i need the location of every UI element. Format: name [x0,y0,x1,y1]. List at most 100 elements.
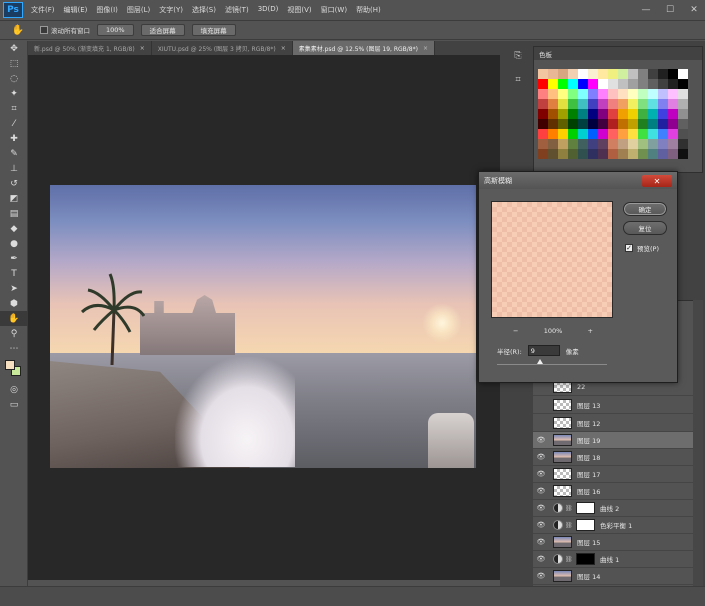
screen-mode-icon[interactable]: ▭ [0,397,28,412]
visibility-eye-icon[interactable] [533,397,549,414]
color-swatch[interactable] [548,99,558,109]
layers-scrollbar[interactable] [693,300,703,586]
color-swatch[interactable] [538,119,548,129]
color-swatch[interactable] [568,129,578,139]
tab-close-icon[interactable]: × [423,45,428,52]
color-swatch[interactable] [628,119,638,129]
color-swatch[interactable] [648,149,658,159]
menu-3d[interactable]: 3D(D) [258,5,279,15]
color-swatch[interactable] [658,89,668,99]
color-swatch[interactable] [658,69,668,79]
color-swatch[interactable] [538,139,548,149]
type-tool-icon[interactable]: T [0,266,28,281]
color-swatch[interactable] [568,79,578,89]
color-swatch[interactable] [628,79,638,89]
color-swatch[interactable] [578,139,588,149]
tab-close-icon[interactable]: × [140,45,145,52]
brush-tool-icon[interactable]: ✎ [0,146,28,161]
color-swatch[interactable] [538,109,548,119]
color-swatch[interactable] [578,99,588,109]
hand-icon[interactable]: ✋ [10,22,26,38]
layer-row[interactable]: 👁 ⛓ 曲线 2 [533,500,695,517]
color-swatch[interactable] [548,69,558,79]
color-swatch[interactable] [628,89,638,99]
color-swatch[interactable] [648,139,658,149]
properties-panel-icon[interactable]: ⌗ [510,72,526,88]
eraser-tool-icon[interactable]: ◩ [0,191,28,206]
color-swatch[interactable] [668,129,678,139]
color-swatch[interactable] [538,89,548,99]
menu-layer[interactable]: 图层(L) [127,5,150,15]
color-swatch[interactable] [668,149,678,159]
color-swatch[interactable] [678,119,688,129]
color-swatch[interactable] [618,109,628,119]
quick-mask-icon[interactable]: ◎ [0,382,28,397]
visibility-eye-icon[interactable]: 👁 [533,432,549,449]
tab-document-1[interactable]: 新.psd @ 50% (渐变填充 1, RGB/8) × [28,41,152,55]
color-swatch[interactable] [538,129,548,139]
color-swatch[interactable] [548,109,558,119]
radius-input[interactable] [527,345,560,356]
color-swatch[interactable] [538,99,548,109]
color-swatch[interactable] [608,129,618,139]
color-swatch[interactable] [628,69,638,79]
color-swatch[interactable] [618,129,628,139]
color-swatch[interactable] [588,89,598,99]
color-swatch[interactable] [548,129,558,139]
close-button[interactable]: ✕ [687,3,701,16]
zoom-in-icon[interactable]: + [588,327,593,335]
pen-tool-icon[interactable]: ✒ [0,251,28,266]
color-swatch[interactable] [678,79,688,89]
color-swatch[interactable] [658,109,668,119]
color-swatch[interactable] [558,119,568,129]
color-swatch[interactable] [598,139,608,149]
color-swatch[interactable] [548,139,558,149]
color-swatch[interactable] [578,79,588,89]
color-swatch[interactable] [678,89,688,99]
scroll-all-checkbox[interactable] [40,26,48,34]
visibility-eye-icon[interactable]: 👁 [533,517,549,534]
color-swatch[interactable] [618,79,628,89]
color-swatch[interactable] [548,149,558,159]
color-swatch[interactable] [618,99,628,109]
color-swatch[interactable] [628,109,638,119]
color-swatch[interactable] [568,119,578,129]
color-swatch[interactable] [588,99,598,109]
dodge-tool-icon[interactable]: ● [0,236,28,251]
color-swatch[interactable] [558,69,568,79]
tab-document-2[interactable]: XIUTU.psd @ 25% (图层 3 拷贝, RGB/8*) × [152,41,293,55]
color-swatch[interactable] [588,79,598,89]
color-swatch[interactable] [638,129,648,139]
color-swatch[interactable] [638,79,648,89]
menu-select[interactable]: 选择(S) [192,5,216,15]
menu-edit[interactable]: 编辑(E) [64,5,88,15]
gradient-tool-icon[interactable]: ▤ [0,206,28,221]
color-swatch[interactable] [548,79,558,89]
color-swatch[interactable] [598,79,608,89]
color-swatch[interactable] [608,149,618,159]
color-swatch[interactable] [618,69,628,79]
color-swatch[interactable] [578,149,588,159]
visibility-eye-icon[interactable]: 👁 [533,500,549,517]
clone-stamp-tool-icon[interactable]: ⊥ [0,161,28,176]
layer-row[interactable]: 👁 图层 14 [533,568,695,585]
color-swatch[interactable] [588,119,598,129]
fill-screen-button[interactable]: 填充屏幕 [191,24,236,36]
preview-check-icon[interactable]: ✓ [625,244,633,252]
color-swatch[interactable] [668,69,678,79]
preview-checkbox[interactable]: ✓ 预览(P) [625,243,659,253]
color-swatch[interactable] [658,119,668,129]
swatches-panel-title[interactable]: 色板 [534,47,702,60]
menu-help[interactable]: 帮助(H) [356,5,381,15]
color-swatch[interactable] [648,99,658,109]
color-swatch[interactable] [558,149,568,159]
color-swatch[interactable] [558,129,568,139]
color-swatch[interactable] [578,89,588,99]
menu-type[interactable]: 文字(Y) [159,5,183,15]
blur-tool-icon[interactable]: ◆ [0,221,28,236]
hand-tool-icon[interactable]: ✋ [0,311,28,326]
color-swatch[interactable] [668,119,678,129]
radius-slider-track[interactable] [497,364,607,365]
minimize-button[interactable]: — [639,3,653,16]
menu-filter[interactable]: 滤镜(T) [225,5,249,15]
